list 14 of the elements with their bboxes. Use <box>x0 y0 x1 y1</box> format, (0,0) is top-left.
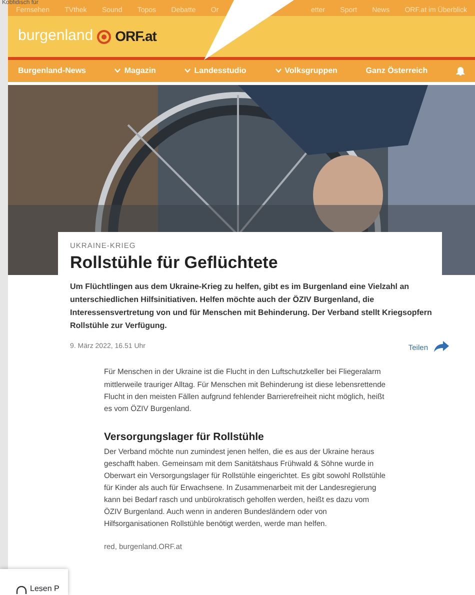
section-heading: Versorgungslager für Rollstühle <box>104 430 265 444</box>
nav-link[interactable]: Landesstudio <box>184 65 246 77</box>
brand-name: ORF.at <box>115 27 156 46</box>
nav-link[interactable]: Volksgruppen <box>274 65 338 77</box>
region-name: burgenland <box>18 26 94 46</box>
popup-label[interactable]: Lesen P <box>30 583 60 595</box>
headphones-icon <box>16 586 27 595</box>
nav-link[interactable]: Ganz Österreich <box>366 65 428 77</box>
article-title: Rollstühle für Geflüchtete <box>70 253 279 274</box>
share-icon[interactable] <box>432 340 450 354</box>
article-lead: Um Flüchtlingen aus dem Ukraine-Krieg zu helfen, gibt es im Burgenland eine Vielzahl an unterschiedlichen Hilfsinitiativen. Helfen möchte auch der ÖZIV Burgenland, die Interessensvertretung von und für Menschen mit Behinderung. Der Verband stellt Kriegsopfern Rollstühle zur Verfügung. <box>70 280 433 332</box>
logo-icon <box>97 30 112 44</box>
nav-link[interactable]: Burgenland-News <box>18 65 86 77</box>
nav-link[interactable]: Magazin <box>114 65 156 77</box>
